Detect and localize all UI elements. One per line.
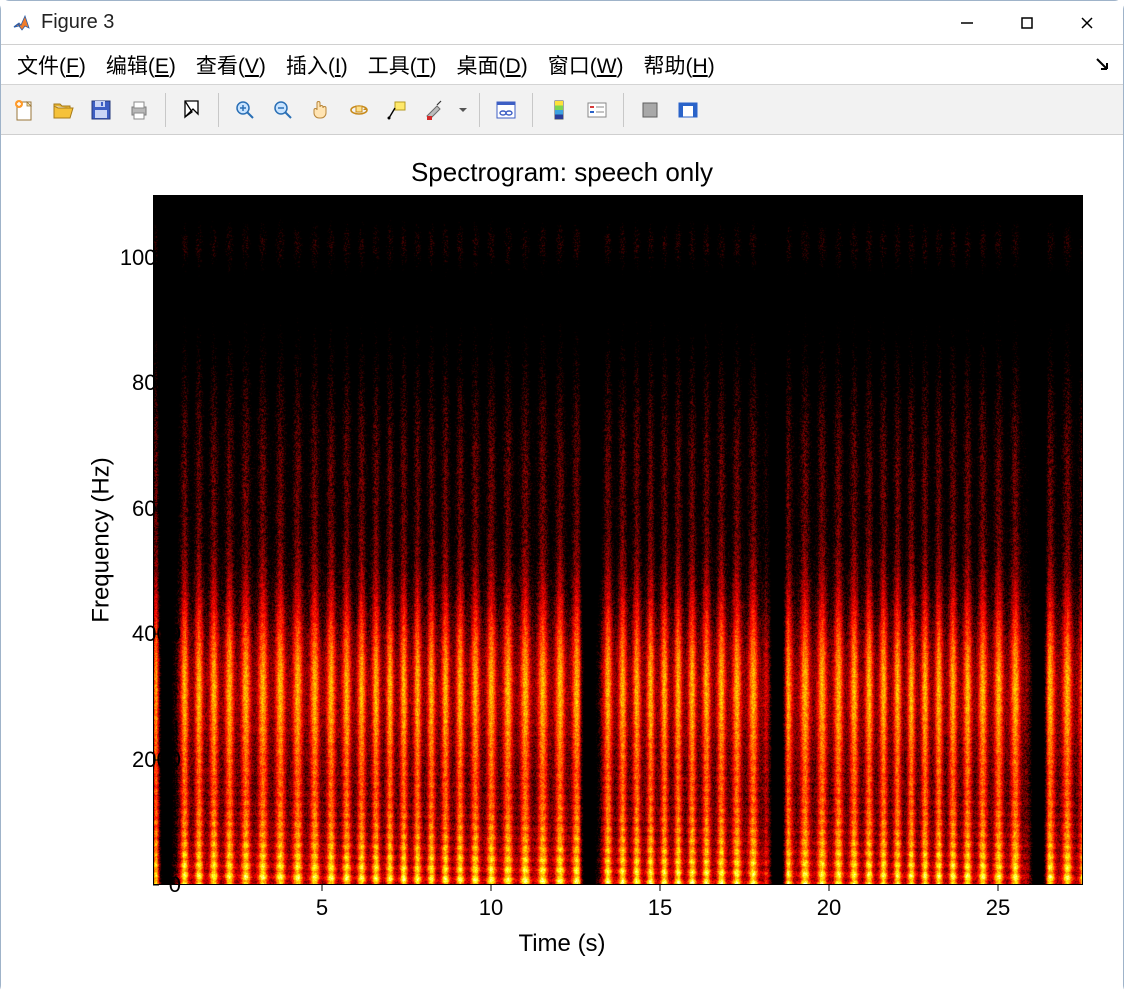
plot-title: Spectrogram: speech only [1,157,1123,188]
zoom-out-button[interactable] [265,92,301,128]
menu-tools[interactable]: 工具(T) [358,46,447,84]
ytick-mark [153,383,159,384]
menu-help[interactable]: 帮助(H) [634,46,725,84]
xtick-mark [491,885,492,891]
spectrogram-axes[interactable] [153,195,1083,885]
menu-desktop[interactable]: 桌面(D) [447,46,538,84]
open-button[interactable] [45,92,81,128]
xtick-mark [998,885,999,891]
figure-area: Spectrogram: speech only 0 2000 4000 600… [1,135,1123,996]
xtick-label: 10 [479,895,503,921]
minimize-button[interactable] [937,1,997,45]
ytick-label: 4000 [91,621,181,647]
ytick-label: 2000 [91,747,181,773]
menubar: 文件(F) 编辑(E) 查看(V) 插入(I) 工具(T) 桌面(D) 窗口(W… [1,45,1123,85]
menu-view[interactable]: 查看(V) [186,46,276,84]
y-axis-label: Frequency (Hz) [88,457,116,622]
save-button[interactable] [83,92,119,128]
ytick-mark [153,634,159,635]
menu-file[interactable]: 文件(F) [7,46,96,84]
ytick-label: 8000 [91,370,181,396]
data-cursor-button[interactable] [379,92,415,128]
hide-plot-tools-button[interactable] [632,92,668,128]
ytick-mark [153,257,159,258]
xtick-label: 5 [316,895,328,921]
spectrogram-image [153,195,1083,885]
brush-dropdown[interactable] [455,92,471,128]
rotate-3d-button[interactable] [341,92,377,128]
link-plot-button[interactable] [488,92,524,128]
xtick-label: 25 [986,895,1010,921]
menu-insert[interactable]: 插入(I) [276,46,358,84]
new-figure-button[interactable] [7,92,43,128]
zoom-in-button[interactable] [227,92,263,128]
ytick-label: 0 [91,872,181,898]
ytick-mark [153,759,159,760]
print-button[interactable] [121,92,157,128]
ytick-mark [153,885,159,886]
xtick-label: 15 [648,895,672,921]
toolbar [1,85,1123,135]
pan-button[interactable] [303,92,339,128]
close-button[interactable] [1057,1,1117,45]
xtick-mark [660,885,661,891]
ytick-label: 10000 [91,245,181,271]
maximize-button[interactable] [997,1,1057,45]
show-plot-tools-button[interactable] [670,92,706,128]
menu-edit[interactable]: 编辑(E) [96,46,186,84]
x-axis-label: Time (s) [1,930,1123,958]
window-title: Figure 3 [41,11,114,34]
brush-button[interactable] [417,92,453,128]
edit-plot-button[interactable] [174,92,210,128]
xtick-label: 20 [817,895,841,921]
menu-window[interactable]: 窗口(W) [538,46,634,84]
legend-button[interactable] [579,92,615,128]
xtick-mark [322,885,323,891]
ytick-mark [153,508,159,509]
xtick-mark [829,885,830,891]
colorbar-button[interactable] [541,92,577,128]
dock-undock-icon[interactable] [1089,51,1117,79]
titlebar: Figure 3 [1,1,1123,45]
matlab-icon [11,12,33,34]
